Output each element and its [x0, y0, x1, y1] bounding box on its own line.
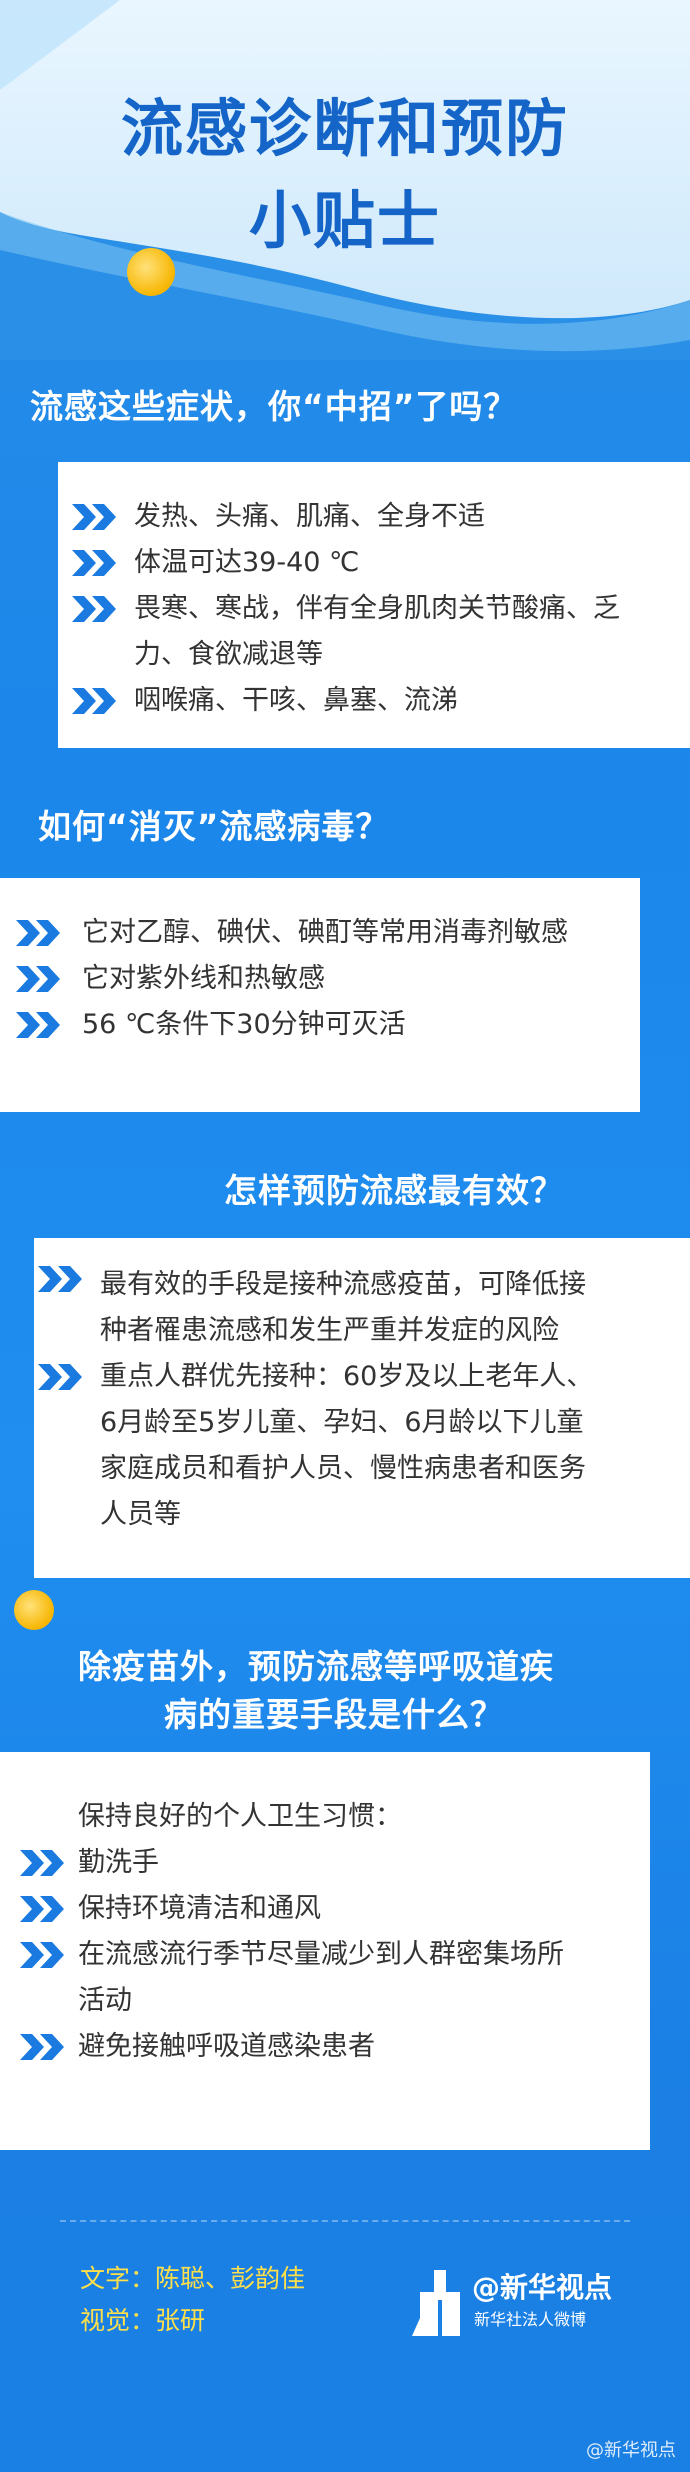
- double-chevron-icon: [20, 1896, 64, 1922]
- double-chevron-icon: [38, 1266, 82, 1292]
- section3-item: 重点人群优先接种：60岁及以上老年人、: [100, 1361, 594, 1392]
- section2-title: 如何“消灭”流感病毒？: [38, 807, 390, 846]
- page-title-line1: 流感诊断和预防: [120, 92, 569, 165]
- section4-item-continued: 活动: [78, 1985, 132, 2016]
- section3-title: 怎样预防流感最有效？: [224, 1171, 564, 1210]
- double-chevron-icon: [20, 2034, 64, 2060]
- section1-item: 体温可达39-40 ℃: [134, 547, 360, 578]
- section3-item-continued: 6月龄至5岁儿童、孕妇、6月龄以下儿童: [100, 1407, 584, 1438]
- logo-subtitle: 新华社法人微博: [474, 2310, 587, 2329]
- section2-item: 56 ℃条件下30分钟可灭活: [82, 1009, 406, 1040]
- double-chevron-icon: [16, 1012, 60, 1038]
- section3-item: 最有效的手段是接种流感疫苗，可降低接: [100, 1269, 586, 1300]
- section2-item: 它对乙醇、碘伏、碘酊等常用消毒剂敏感: [82, 917, 568, 948]
- section3-item-continued: 家庭成员和看护人员、慢性病患者和医务: [100, 1453, 586, 1484]
- section4-item: 在流感流行季节尽量减少到人群密集场所: [78, 1939, 564, 1970]
- sun-decoration: [14, 1590, 54, 1630]
- section4-item: 勤洗手: [78, 1847, 159, 1878]
- section1-item: 畏寒、寒战，伴有全身肌肉关节酸痛、乏: [134, 593, 620, 624]
- double-chevron-icon: [20, 1850, 64, 1876]
- section1-title: 流感这些症状，你“中招”了吗？: [30, 387, 518, 426]
- footer-divider: [60, 2220, 630, 2222]
- section3-item-continued: 种者罹患流感和发生严重并发症的风险: [100, 1315, 559, 1346]
- section4-item: 保持环境清洁和通风: [78, 1893, 321, 1924]
- section4-title-line2: 病的重要手段是什么？: [164, 1695, 504, 1734]
- section3-item-continued: 人员等: [100, 1499, 181, 1530]
- xinhua-logo: @新华视点 新华社法人微博: [412, 2266, 644, 2338]
- section4-lead: 保持良好的个人卫生习惯：: [78, 1801, 402, 1832]
- section1-item: 咽喉痛、干咳、鼻塞、流涕: [134, 685, 458, 716]
- double-chevron-icon: [38, 1364, 82, 1390]
- page-title-line2: 小贴士: [248, 184, 441, 257]
- credits-visual: 视觉：张研: [80, 2306, 206, 2335]
- double-chevron-icon: [20, 1942, 64, 1968]
- section1-item-continued: 力、食欲减退等: [134, 639, 323, 670]
- section1-item: 发热、头痛、肌痛、全身不适: [134, 501, 485, 532]
- double-chevron-icon: [16, 966, 60, 992]
- double-chevron-icon: [16, 920, 60, 946]
- section4-item: 避免接触呼吸道感染患者: [78, 2031, 375, 2062]
- double-chevron-icon: [72, 596, 116, 622]
- section2-item: 它对紫外线和热敏感: [82, 963, 325, 994]
- building-logo-icon: [412, 2270, 460, 2336]
- credits-writer: 文字：陈聪、彭韵佳: [80, 2264, 306, 2293]
- sun-decoration: [127, 248, 175, 296]
- logo-brand-text: @新华视点: [472, 2271, 613, 2304]
- weibo-watermark: @新华视点: [586, 2440, 676, 2461]
- double-chevron-icon: [72, 504, 116, 530]
- double-chevron-icon: [72, 550, 116, 576]
- double-chevron-icon: [72, 688, 116, 714]
- section4-title-line1: 除疫苗外，预防流感等呼吸道疾: [78, 1647, 554, 1686]
